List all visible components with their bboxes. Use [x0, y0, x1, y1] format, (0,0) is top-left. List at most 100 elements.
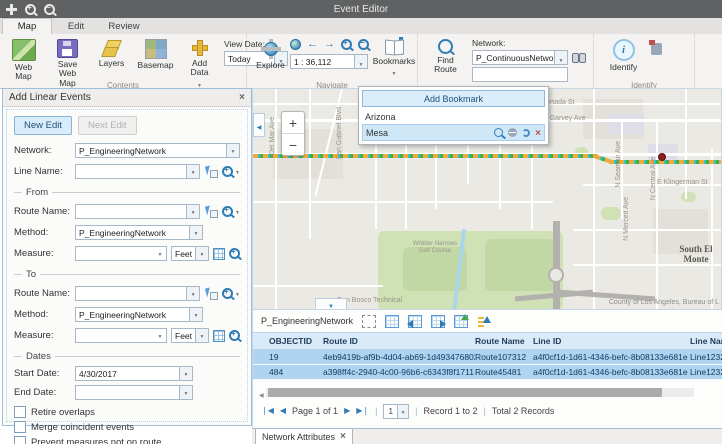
column-header-route-name[interactable]: Route Name [475, 336, 533, 346]
end-date-select[interactable] [75, 385, 193, 400]
chevron-down-icon[interactable] [186, 205, 199, 218]
select-line-on-map-icon[interactable] [204, 165, 218, 178]
zoom-to-line-button[interactable] [222, 166, 240, 177]
previous-page-icon[interactable]: ◀ [280, 407, 286, 415]
to-method-select[interactable]: P_EngineeringNetwork [75, 307, 203, 322]
chevron-down-icon[interactable] [189, 226, 202, 239]
attribute-table-icon[interactable] [385, 315, 399, 328]
chevron-down-icon[interactable] [554, 51, 567, 64]
chevron-down-icon[interactable] [354, 55, 367, 68]
close-icon[interactable] [239, 93, 245, 103]
collapse-table-button[interactable] [315, 298, 347, 309]
zoom-out-icon[interactable] [358, 39, 369, 50]
chevron-down-icon[interactable] [226, 144, 239, 157]
delete-bookmark-icon[interactable] [535, 128, 541, 138]
zoom-icon [222, 166, 233, 177]
column-header-objectid[interactable]: OBJECTID [269, 336, 323, 346]
from-route-name-select[interactable] [75, 204, 200, 219]
prevent-measures-checkbox[interactable] [14, 436, 26, 444]
last-page-icon[interactable]: ▶❘ [356, 407, 369, 415]
zoom-icon [222, 288, 233, 299]
chevron-down-icon[interactable] [154, 247, 166, 260]
to-measure-input[interactable] [75, 328, 167, 343]
chevron-down-icon[interactable] [179, 367, 192, 380]
line-name-select[interactable] [75, 164, 200, 179]
selection-back-icon[interactable] [408, 315, 422, 328]
zoom-to-route-button[interactable] [222, 206, 240, 217]
map-zoom-out-button[interactable]: − [282, 134, 304, 155]
tab-edit[interactable]: Edit [52, 19, 100, 34]
layers-button[interactable]: Layers [92, 37, 131, 70]
from-method-select[interactable]: P_EngineeringNetwork [75, 225, 203, 240]
to-measure-unit-select[interactable]: Feet [171, 328, 209, 343]
select-route-on-map-icon[interactable] [204, 205, 218, 218]
next-page-icon[interactable]: ▶ [344, 407, 350, 415]
scroll-left-icon[interactable] [259, 384, 264, 402]
bookmarks-button[interactable]: Bookmarks [371, 37, 417, 80]
previous-extent-icon[interactable]: ← [307, 39, 318, 50]
bookmark-item-mesa[interactable]: Mesa [362, 124, 545, 141]
zoom-in-icon[interactable] [341, 39, 352, 50]
collapse-left-panel-button[interactable] [253, 113, 265, 137]
chevron-down-icon[interactable] [195, 329, 208, 342]
add-bookmark-button[interactable]: Add Bookmark [362, 90, 545, 107]
pan-to-bookmark-icon[interactable] [508, 128, 517, 137]
update-bookmark-icon[interactable] [522, 129, 530, 137]
refresh-table-icon[interactable] [454, 315, 468, 328]
next-edit-button[interactable]: Next Edit [78, 116, 137, 135]
selection-forward-icon[interactable] [431, 315, 445, 328]
tab-network-attributes[interactable]: Network Attributes [255, 429, 353, 444]
column-header-route-id[interactable]: Route ID [323, 336, 475, 346]
measure-picker-icon[interactable] [213, 330, 225, 342]
network-select[interactable]: P_EngineeringNetwork [75, 143, 240, 158]
basemap-button[interactable]: Basemap [136, 37, 175, 72]
retire-overlaps-checkbox[interactable] [14, 406, 26, 418]
route-search-input[interactable] [472, 67, 568, 82]
table-row[interactable]: 484 a398ff4c-2940-4c00-96b6-c6343f8f1711… [253, 365, 722, 380]
full-extent-icon[interactable] [290, 39, 301, 50]
map-zoom-in-button[interactable]: + [282, 112, 304, 134]
from-measure-unit-select[interactable]: Feet [171, 246, 209, 261]
binoculars-icon[interactable] [572, 53, 586, 62]
zoom-to-bookmark-icon[interactable] [494, 128, 503, 137]
measure-picker-icon[interactable] [213, 248, 225, 260]
table-row[interactable]: 19 4eb9419b-af9b-4d04-ab69-1d493476802b … [253, 350, 722, 365]
find-route-button[interactable]: Find Route [426, 37, 465, 77]
map-scale-select[interactable]: 1 : 36,112 [290, 54, 368, 69]
explore-button[interactable]: Explore [251, 37, 290, 72]
close-icon[interactable] [340, 432, 346, 442]
chevron-down-icon[interactable] [195, 247, 208, 260]
web-map-button[interactable]: Web Map [4, 37, 43, 84]
select-records-icon[interactable] [362, 315, 376, 328]
chevron-down-icon[interactable] [189, 308, 202, 321]
horizontal-scrollbar[interactable] [259, 388, 694, 397]
column-header-line-id[interactable]: Line ID [533, 336, 690, 346]
start-date-select[interactable]: 4/30/2017 [75, 366, 193, 381]
select-route-on-map-icon[interactable] [204, 287, 218, 300]
merge-coincident-checkbox[interactable] [14, 421, 26, 433]
chevron-down-icon[interactable] [154, 329, 166, 342]
zoom-icon[interactable] [229, 248, 240, 259]
chevron-down-icon[interactable] [397, 405, 408, 418]
first-page-icon[interactable]: ❘◀ [261, 407, 274, 415]
ribbon-group-route: Find Route Network: P_ContinuousNetwork [418, 34, 594, 91]
from-measure-input[interactable] [75, 246, 167, 261]
chevron-down-icon[interactable] [186, 165, 199, 178]
network-select[interactable]: P_ContinuousNetwork [472, 50, 568, 65]
chevron-down-icon[interactable] [186, 287, 199, 300]
scrollbar-thumb[interactable] [268, 388, 662, 397]
bookmark-item-arizona[interactable]: Arizona [362, 110, 545, 124]
chevron-down-icon[interactable] [179, 386, 192, 399]
flag-icon[interactable] [651, 43, 662, 55]
sort-ascending-icon[interactable] [477, 315, 491, 328]
zoom-icon[interactable] [229, 330, 240, 341]
new-edit-button[interactable]: New Edit [14, 116, 72, 135]
tab-map[interactable]: Map [2, 18, 52, 34]
identify-button[interactable]: Identify [604, 37, 643, 74]
next-extent-icon[interactable]: → [324, 39, 335, 50]
column-header-line-name[interactable]: Line Name [690, 336, 722, 346]
tab-review[interactable]: Review [100, 19, 148, 34]
page-number-select[interactable]: 1 [383, 404, 409, 419]
zoom-to-route-button[interactable] [222, 288, 240, 299]
to-route-name-select[interactable] [75, 286, 200, 301]
